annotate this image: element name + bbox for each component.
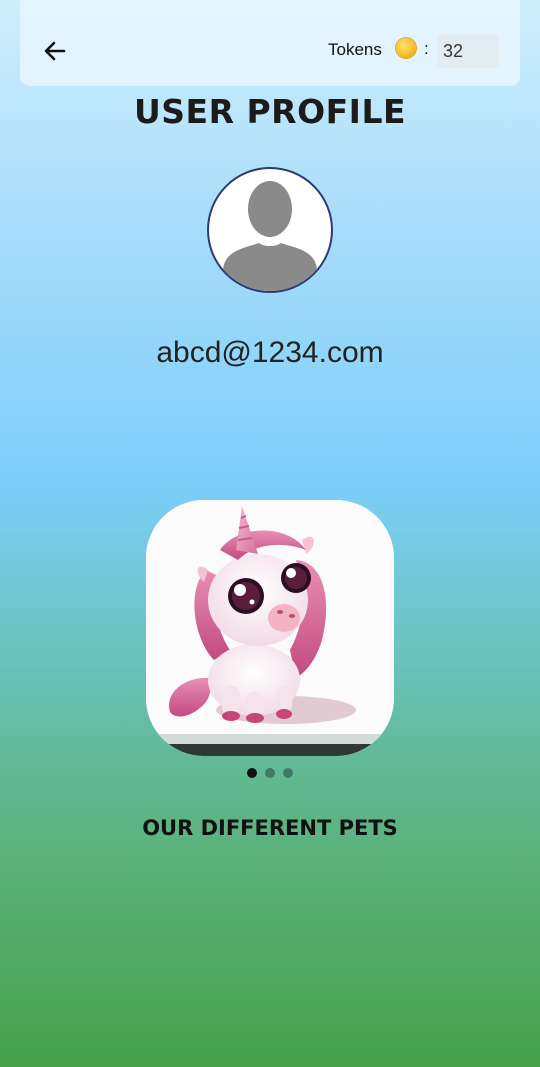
page-title: User Profile <box>133 92 407 131</box>
tokens-colon: : <box>424 39 429 58</box>
carousel-dot-2[interactable] <box>265 768 275 778</box>
tokens-label: Tokens <box>328 40 382 59</box>
avatar <box>207 167 333 293</box>
pet-image-card[interactable] <box>146 500 394 756</box>
carousel-dot-1[interactable] <box>247 768 257 778</box>
token-count: 32 <box>437 34 499 68</box>
user-silhouette-icon <box>223 181 317 291</box>
carousel-indicator <box>0 768 540 778</box>
pets-section-title: our different pets <box>142 816 398 840</box>
unicorn-illustration <box>146 500 394 756</box>
back-button[interactable] <box>38 34 72 68</box>
user-email: abcd@1234.com <box>156 336 384 369</box>
carousel-dot-3[interactable] <box>283 768 293 778</box>
coin-icon <box>396 38 416 58</box>
arrow-left-icon <box>44 41 66 61</box>
